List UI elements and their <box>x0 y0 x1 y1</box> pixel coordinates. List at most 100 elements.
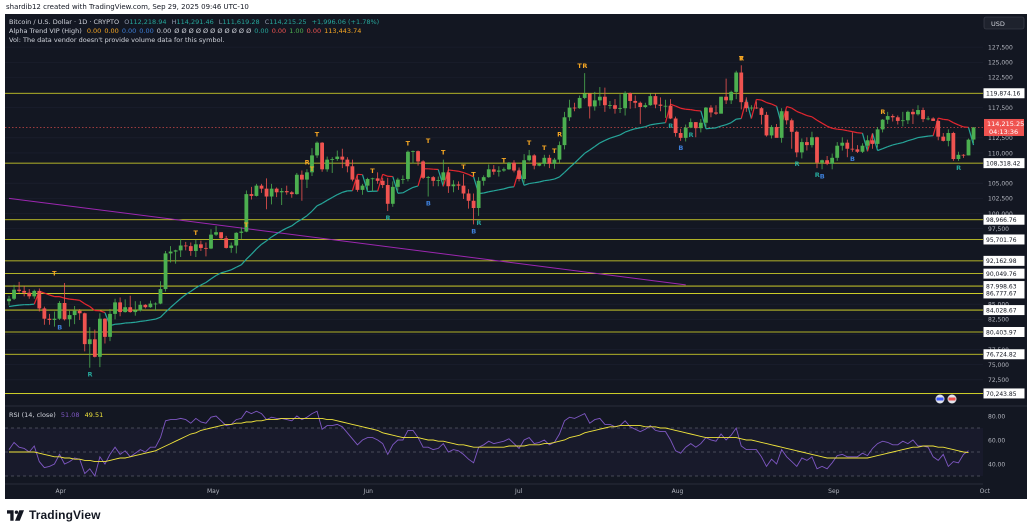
candle-body <box>890 116 895 118</box>
signal-marker: B <box>678 144 683 152</box>
currency-button[interactable]: USD <box>983 16 1025 30</box>
candle-body <box>118 302 122 313</box>
alpha-trend-segment <box>756 98 762 101</box>
rsi-tick-label: 40.00 <box>988 461 1005 468</box>
candle-body <box>582 93 587 98</box>
candle-body <box>62 302 67 320</box>
price-chart-svg[interactable]: TRBTTTTRTTTRTBTTBRTTTRTTRRRBTRRRBBRR 70,… <box>5 14 1027 499</box>
candle-body <box>633 100 638 103</box>
alpha-trend-segment <box>69 298 75 301</box>
flag-stripe-right <box>948 397 956 401</box>
candle-body <box>289 192 294 195</box>
signal-marker: T <box>502 156 507 164</box>
candle-body <box>436 180 441 181</box>
price-tick-label: 127,500 <box>988 44 1013 51</box>
alpha-trend-segment <box>8 305 15 308</box>
candle-body <box>138 304 143 311</box>
level-label: 76,724.82 <box>986 352 1017 359</box>
candle-body <box>188 246 193 251</box>
level-label: 92,162.98 <box>986 258 1017 265</box>
signal-marker: R <box>476 219 481 227</box>
candle-body <box>875 129 880 144</box>
currency-label: USD <box>991 20 1005 28</box>
signal-marker: T <box>406 140 411 148</box>
candle-body <box>481 177 486 181</box>
candle-body <box>98 318 102 357</box>
price-tick-label: 117,500 <box>988 105 1013 112</box>
signal-marker: R <box>688 131 693 139</box>
candle-body <box>562 117 567 146</box>
candle-body <box>779 111 784 138</box>
candle-body <box>895 117 900 121</box>
time-tick-label: Jun <box>363 488 374 495</box>
current-price-value: 114,215.25 <box>987 120 1024 128</box>
signal-marker: R <box>305 158 310 166</box>
signal-marker: T <box>370 167 375 175</box>
svg-text:Alpha Trend VIP (High) 0: Alpha Trend VIP (High) 0.00 0.00 0.00 0.00 0… <box>9 27 361 35</box>
candle-body <box>916 110 920 115</box>
candle-body <box>557 145 562 160</box>
candle-body <box>360 185 365 190</box>
candle-body <box>820 160 824 163</box>
candle-body <box>12 289 16 299</box>
legend-symbol: Bitcoin / U.S. Dollar · 1D · CRYPTO <box>9 18 119 26</box>
candle-body <box>355 179 360 190</box>
level-label: 70,243.85 <box>986 391 1017 398</box>
alpha-trend-segment <box>13 304 20 307</box>
indicator-value: 0.00 <box>157 27 171 35</box>
signal-marker: B <box>850 155 855 163</box>
candle-body <box>693 122 698 129</box>
candle-body <box>416 151 420 162</box>
candle-body <box>148 303 153 308</box>
candle-body <box>476 180 481 209</box>
candle-body <box>815 137 819 163</box>
candle-body <box>653 96 658 105</box>
alpha-trend-segment <box>922 135 929 138</box>
candle-body <box>956 154 961 160</box>
candle-body <box>794 131 799 153</box>
candle-body <box>128 307 133 313</box>
candle-body <box>749 107 754 109</box>
candle-body <box>254 185 259 196</box>
chart-panel[interactable]: TRBTTTTRTTTRTBTTBRTTTRTTRRRBTRRRBBRR 70,… <box>5 14 1027 499</box>
candle-body <box>17 289 21 291</box>
alpha-trend-segment <box>74 299 80 301</box>
indicator-value: 0.00 <box>122 27 136 35</box>
candle-body <box>441 172 446 181</box>
candle-body <box>784 111 789 121</box>
candle-body <box>825 160 829 164</box>
candle-body <box>724 96 728 101</box>
candle-body <box>325 159 330 170</box>
rsi-ma-value: 49.51 <box>85 411 104 419</box>
signal-marker: R <box>88 371 93 379</box>
indicator-value: 1.00 <box>289 27 303 35</box>
candle-body <box>264 188 269 197</box>
candle-body <box>810 137 814 146</box>
signal-marker: T <box>552 147 557 155</box>
time-tick-label: Apr <box>56 488 67 495</box>
signal-marker: B <box>820 172 825 180</box>
candle-body <box>47 318 52 320</box>
candle-body <box>527 155 532 161</box>
candle-body <box>42 308 47 319</box>
time-tick-label: Sep <box>828 488 840 495</box>
candle-body <box>845 142 850 149</box>
time-tick-label: May <box>207 488 220 495</box>
signal-marker: R <box>385 214 390 222</box>
alpha-trend-segment <box>145 319 151 322</box>
candle-body <box>158 289 163 304</box>
price-tick-label: 110,000 <box>988 150 1013 157</box>
candle-body <box>648 96 653 106</box>
candle-body <box>850 148 855 150</box>
candle-body <box>688 122 693 128</box>
candle-body <box>375 178 380 181</box>
candle-body <box>32 290 37 297</box>
candle-body <box>133 310 138 313</box>
candle-body <box>193 244 198 251</box>
candle-body <box>214 232 218 235</box>
alpha-trend-segment <box>140 320 146 322</box>
flag-stripe-left <box>936 397 944 401</box>
candle-body <box>87 339 92 345</box>
level-label: 80,403.97 <box>986 329 1017 336</box>
candle-body <box>57 302 62 319</box>
